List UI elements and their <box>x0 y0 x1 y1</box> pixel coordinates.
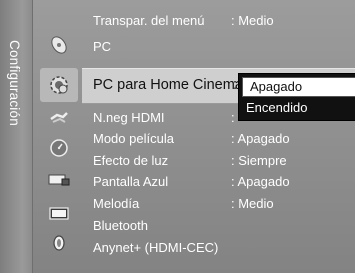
sidebar-title: Configuración <box>7 40 22 126</box>
satellite-dish-icon[interactable] <box>48 34 70 56</box>
gear-settings-icon[interactable] <box>40 68 78 102</box>
menu-item-menu-transparency[interactable]: Transpar. del menú : Medio <box>93 11 274 31</box>
keyboard-remote-icon[interactable] <box>48 169 70 191</box>
input-plug-icon[interactable] <box>48 107 70 129</box>
dropdown-option-off[interactable]: Apagado <box>242 77 355 97</box>
menu-item-label: Transpar. del menú <box>93 13 205 28</box>
menu-item-label: N.neg HDMI <box>93 110 165 125</box>
menu-item-pc[interactable]: PC <box>93 37 111 57</box>
category-icons <box>40 0 80 273</box>
menu-item-label: Efecto de luz <box>93 153 169 168</box>
clock-icon[interactable] <box>48 137 70 159</box>
menu-item-blue-screen[interactable]: Pantalla Azul : Apagado <box>93 172 290 192</box>
menu-item-value: : Medio <box>231 196 274 211</box>
menu-item-value: : Apagado <box>231 174 290 189</box>
menu-item-label: Anynet+ (HDMI-CEC) <box>93 240 219 255</box>
menu-item-film-mode[interactable]: Modo película : Apagado <box>93 129 290 149</box>
menu-item-value: : Medio <box>231 13 274 28</box>
menu-item-label: Bluetooth <box>93 218 148 233</box>
menu-item-label: Pantalla Azul <box>93 174 169 189</box>
menu-item-value: : <box>231 110 235 125</box>
tv-menu-screen: Configuración Transpar. del menú: Medio… <box>0 0 355 273</box>
dropdown-option-on[interactable]: Encendido <box>239 98 355 118</box>
sidebar: Configuración <box>0 0 33 273</box>
menu-item-value: : <box>233 77 238 93</box>
menu-item-melody[interactable]: Melodía : Medio <box>93 194 274 214</box>
menu-item-light-effect[interactable]: Efecto de luz : Siempre <box>93 151 287 171</box>
menu-item-label: Melodía <box>93 196 140 211</box>
menu-item-hdmi-black-level[interactable]: N.neg HDMI : <box>93 108 235 128</box>
menu-item-pc-home-cinema[interactable]: PC para Home Cinema <box>93 75 243 95</box>
menu-item-label: Modo película <box>93 131 174 146</box>
support-bulb-icon[interactable] <box>48 233 70 255</box>
option-dropdown[interactable]: Apagado Encendido <box>238 73 355 121</box>
menu-item-bluetooth[interactable]: Bluetooth <box>93 216 148 236</box>
menu-item-value: : Siempre <box>231 153 287 168</box>
menu-item-label: PC <box>93 39 112 54</box>
menu-item-anynet[interactable]: Anynet+ (HDMI-CEC) <box>93 238 218 258</box>
screen-icon[interactable] <box>48 203 70 225</box>
menu-item-value: : Apagado <box>231 131 290 146</box>
